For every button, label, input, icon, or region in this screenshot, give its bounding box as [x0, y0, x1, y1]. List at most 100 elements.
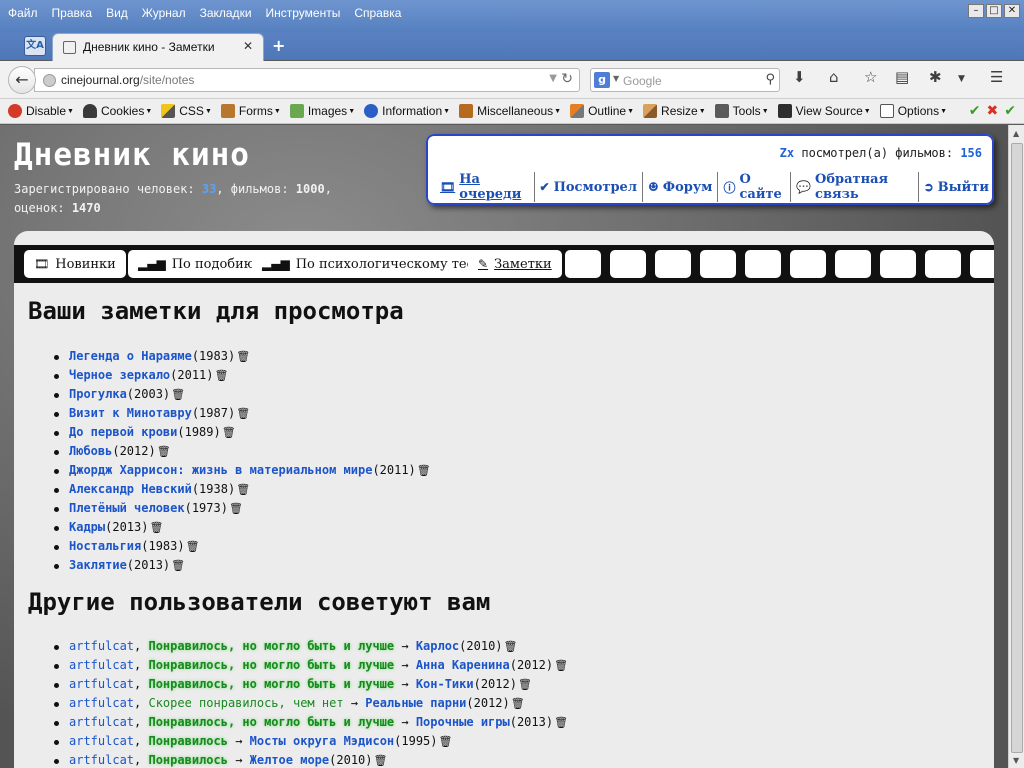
close-tab-icon[interactable]: ✕ — [243, 39, 253, 53]
dev-images[interactable]: Images ▼ — [289, 104, 355, 118]
tab-blank[interactable] — [745, 250, 781, 278]
menu-file[interactable]: Файл — [8, 6, 38, 20]
user-link[interactable]: artfulcat — [69, 753, 134, 767]
user-link[interactable]: artfulcat — [69, 715, 134, 729]
tab-blank[interactable] — [790, 250, 826, 278]
js-valid-check-icon[interactable]: ✔ — [1004, 103, 1016, 119]
trash-icon[interactable]: 🗑 — [229, 499, 243, 518]
dev-resize[interactable]: Resize ▼ — [643, 104, 706, 118]
dev-options[interactable]: Options ▼ — [879, 104, 947, 118]
tab-similar[interactable]: ▂▄▆ По подобию — [128, 250, 266, 278]
bookmarks-list-icon[interactable]: ▤ — [895, 68, 909, 86]
trash-icon[interactable]: 🗑 — [236, 480, 250, 499]
film-link[interactable]: До первой крови — [69, 425, 177, 439]
dev-outline[interactable]: Outline ▼ — [570, 104, 634, 118]
translate-icon[interactable]: 文A — [24, 36, 46, 56]
trash-icon[interactable]: 🗑 — [149, 518, 163, 537]
trash-icon[interactable]: 🗑 — [236, 404, 250, 423]
url-dropdown-icon[interactable]: ▼ — [549, 73, 557, 84]
film-link[interactable]: Джордж Харрисон: жизнь в материальном ми… — [69, 463, 372, 477]
trash-icon[interactable]: 🗑 — [417, 461, 431, 480]
dev-miscellaneous[interactable]: Miscellaneous ▼ — [459, 104, 561, 118]
tab-blank[interactable] — [970, 250, 994, 278]
feedback-link[interactable]: 💬 Обратная связь — [791, 172, 919, 202]
download-icon[interactable]: ⬇ — [793, 68, 806, 86]
dev-tools[interactable]: Tools ▼ — [714, 104, 769, 118]
back-button[interactable]: ← — [8, 66, 36, 94]
logout-link[interactable]: ➲ Выйти — [919, 172, 994, 202]
css-valid-check-icon[interactable]: ✔ — [969, 103, 981, 119]
maximize-button[interactable]: □ — [986, 4, 1002, 18]
scrollbar-thumb[interactable] — [1011, 143, 1023, 753]
tab-psych-test[interactable]: ▂▄▆ По психологическому тесту — [252, 250, 499, 278]
browser-tab[interactable]: Дневник кино - Заметки ✕ — [52, 33, 264, 61]
dev-cookies[interactable]: Cookies ▼ — [82, 104, 152, 118]
trash-icon[interactable]: 🗑 — [186, 537, 200, 556]
home-icon[interactable]: ⌂ — [829, 68, 839, 86]
addon-icon[interactable]: ✱ — [929, 68, 942, 86]
film-link[interactable]: Мосты округа Мэдисон — [250, 734, 395, 748]
tab-blank[interactable] — [565, 250, 601, 278]
trash-icon[interactable]: 🗑 — [374, 751, 388, 768]
trash-icon[interactable]: 🗑 — [171, 556, 185, 575]
trash-icon[interactable]: 🗑 — [236, 347, 250, 366]
html-error-icon[interactable]: ✖ — [987, 103, 999, 119]
username[interactable]: Zx — [780, 146, 794, 160]
reload-icon[interactable]: ↻ — [561, 71, 573, 87]
film-link[interactable]: Карлос — [416, 639, 459, 653]
hamburger-menu-icon[interactable]: ☰ — [990, 68, 1003, 86]
user-link[interactable]: artfulcat — [69, 658, 134, 672]
menu-history[interactable]: Журнал — [142, 6, 186, 20]
trash-icon[interactable]: 🗑 — [215, 366, 229, 385]
watched-link[interactable]: ✔ Посмотрел — [535, 172, 643, 202]
search-engine-dropdown-icon[interactable]: ▼ — [613, 74, 619, 83]
tab-notes[interactable]: ✎ Заметки — [468, 250, 562, 278]
search-bar[interactable]: g ▼ Google ⚲ — [590, 68, 780, 92]
tab-blank[interactable] — [925, 250, 961, 278]
about-link[interactable]: ⓘ О сайте — [718, 172, 792, 202]
new-tab-button[interactable]: + — [272, 36, 285, 55]
dev-view-source[interactable]: View Source ▼ — [777, 104, 871, 118]
queue-link[interactable]: 🎞 На очереди — [440, 172, 535, 202]
trash-icon[interactable]: 🗑 — [222, 423, 236, 442]
film-link[interactable]: Прогулка — [69, 387, 127, 401]
user-link[interactable]: artfulcat — [69, 639, 134, 653]
trash-icon[interactable]: 🗑 — [518, 675, 532, 694]
menu-edit[interactable]: Правка — [52, 6, 93, 20]
google-icon[interactable]: g — [594, 72, 610, 88]
trash-icon[interactable]: 🗑 — [504, 637, 518, 656]
forum-link[interactable]: ☻ Форум — [643, 172, 719, 202]
menu-view[interactable]: Вид — [106, 6, 128, 20]
menu-bookmarks[interactable]: Закладки — [200, 6, 252, 20]
trash-icon[interactable]: 🗑 — [511, 694, 525, 713]
film-link[interactable]: Кадры — [69, 520, 105, 534]
film-link[interactable]: Кон-Тики — [416, 677, 474, 691]
trash-icon[interactable]: 🗑 — [157, 442, 171, 461]
film-link[interactable]: Любовь — [69, 444, 112, 458]
trash-icon[interactable]: 🗑 — [554, 656, 568, 675]
dev-disable[interactable]: Disable ▼ — [8, 104, 74, 118]
url-text[interactable]: cinejournal.org/site/notes — [61, 73, 194, 87]
scroll-down-arrow-icon[interactable]: ▼ — [1013, 756, 1019, 765]
user-link[interactable]: artfulcat — [69, 677, 134, 691]
user-link[interactable]: artfulcat — [69, 734, 134, 748]
film-link[interactable]: Легенда о Нараяме — [69, 349, 192, 363]
film-link[interactable]: Желтое море — [250, 753, 329, 767]
film-link[interactable]: Плетёный человек — [69, 501, 185, 515]
scroll-up-arrow-icon[interactable]: ▲ — [1013, 129, 1019, 138]
minimize-button[interactable]: – — [968, 4, 984, 18]
tab-new-releases[interactable]: 🎞 Новинки — [24, 250, 126, 278]
site-title[interactable]: Дневник кино — [14, 137, 250, 173]
search-icon[interactable]: ⚲ — [765, 72, 775, 87]
film-link[interactable]: Заклятие — [69, 558, 127, 572]
tab-blank[interactable] — [880, 250, 916, 278]
trash-icon[interactable]: 🗑 — [554, 713, 568, 732]
film-link[interactable]: Реальные парни — [365, 696, 466, 710]
page-scrollbar[interactable]: ▲ ▼ — [1008, 125, 1024, 768]
close-window-button[interactable]: ✕ — [1004, 4, 1020, 18]
tab-blank[interactable] — [655, 250, 691, 278]
tab-blank[interactable] — [835, 250, 871, 278]
film-link[interactable]: Ностальгия — [69, 539, 141, 553]
search-input[interactable]: Google — [623, 74, 662, 88]
trash-icon[interactable]: 🗑 — [439, 732, 453, 751]
